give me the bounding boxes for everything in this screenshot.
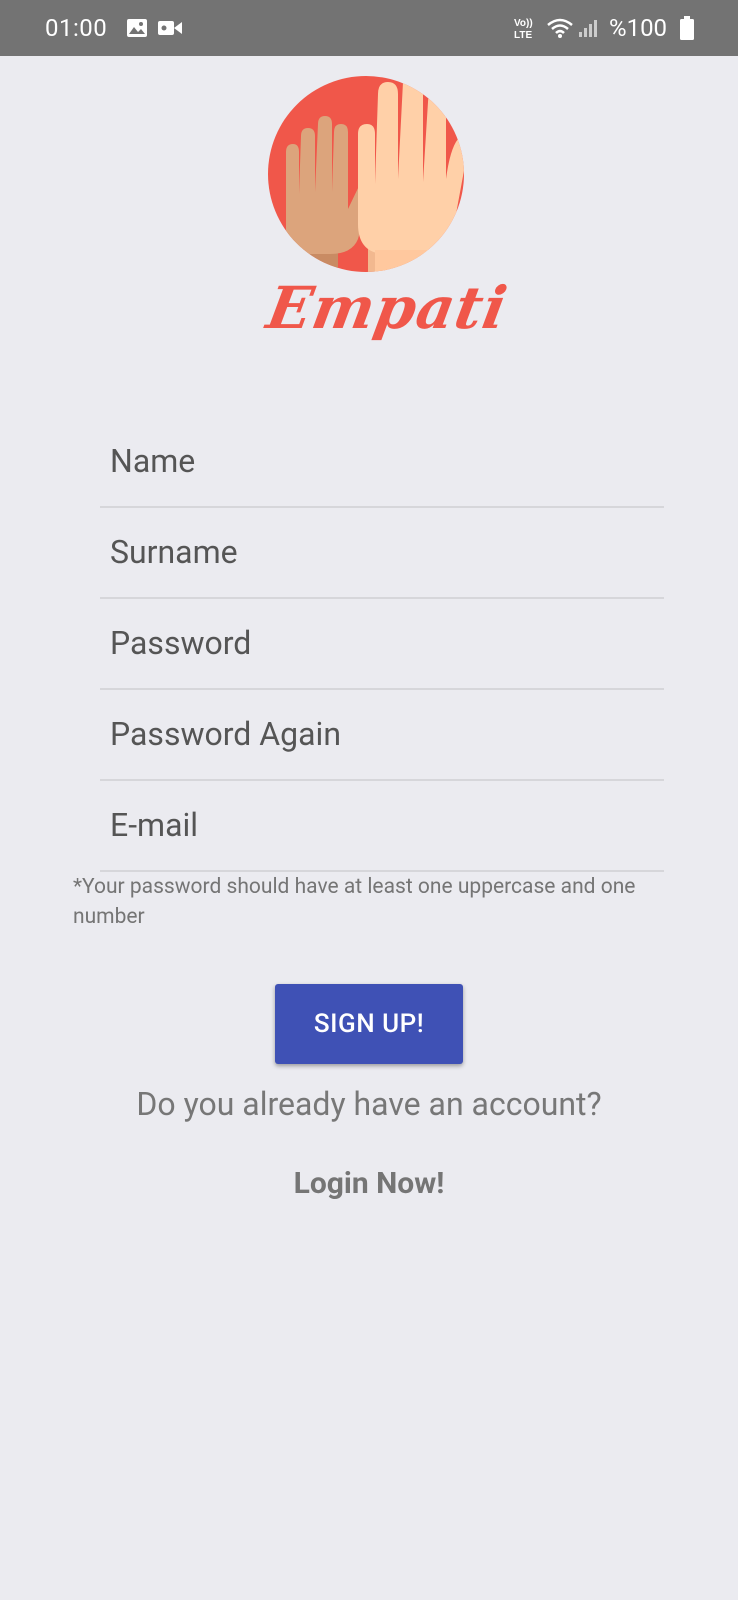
video-camera-icon xyxy=(157,18,183,42)
surname-placeholder: Surname xyxy=(110,533,238,571)
status-bar: 01:00 Vo)) LTE %100 xyxy=(0,0,738,56)
sign-up-button[interactable]: SIGN UP! xyxy=(275,984,463,1064)
email-field[interactable]: E-mail xyxy=(100,780,664,872)
gallery-icon xyxy=(126,18,148,42)
account-question: Do you already have an account? xyxy=(136,1085,602,1123)
signal-icon xyxy=(578,18,600,42)
password-placeholder: Password xyxy=(110,624,252,662)
password-again-placeholder: Password Again xyxy=(110,715,341,753)
battery-percent: %100 xyxy=(609,14,668,42)
password-hint: *Your password should have at least one … xyxy=(73,875,636,929)
name-placeholder: Name xyxy=(110,442,196,480)
app-logo: Empati xyxy=(262,74,513,354)
login-now-link[interactable]: Login Now! xyxy=(0,1166,738,1201)
password-field[interactable]: Password xyxy=(100,598,664,690)
battery-icon xyxy=(680,16,694,44)
svg-text:Vo)): Vo)) xyxy=(514,18,533,29)
brand-name: Empati xyxy=(262,274,513,342)
surname-field[interactable]: Surname xyxy=(100,507,664,599)
raised-hands-icon xyxy=(268,76,464,272)
wifi-icon xyxy=(546,16,574,44)
status-time: 01:00 xyxy=(45,14,108,42)
svg-text:LTE: LTE xyxy=(514,30,532,41)
password-again-field[interactable]: Password Again xyxy=(100,689,664,781)
name-field[interactable]: Name xyxy=(100,416,664,508)
email-placeholder: E-mail xyxy=(110,806,199,844)
volte-icon: Vo)) LTE xyxy=(512,15,536,45)
